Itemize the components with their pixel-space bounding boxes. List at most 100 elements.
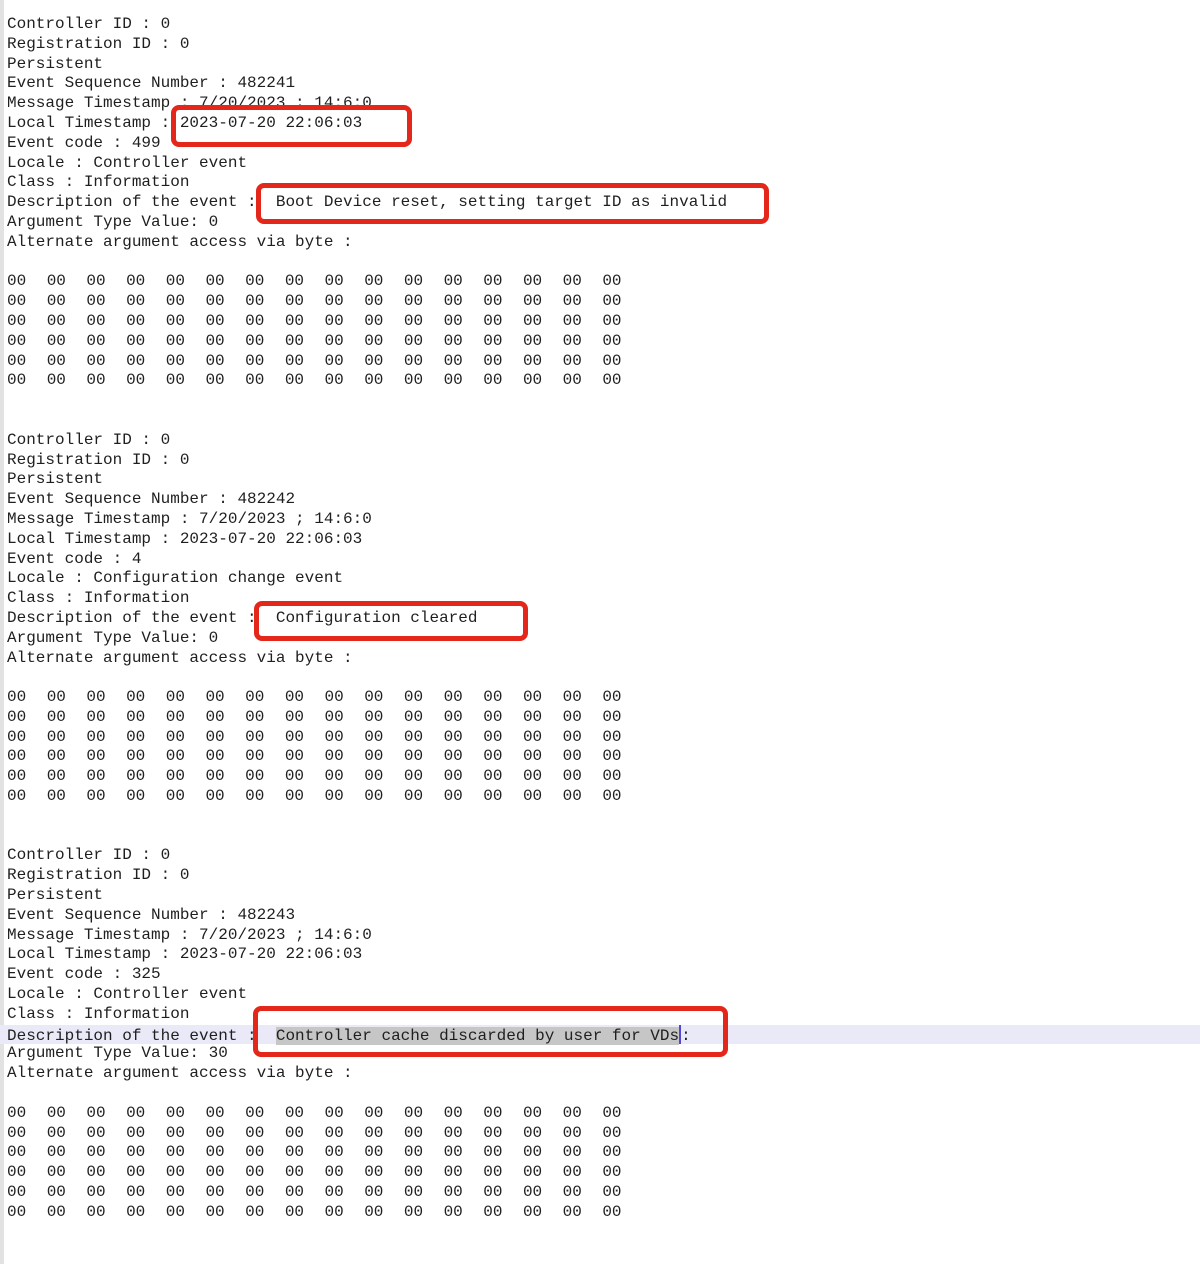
hex-byte: 00 — [7, 767, 47, 787]
hex-row: 00000000000000000000000000000000 — [7, 332, 1200, 352]
log-line: Class : Information — [7, 1005, 1200, 1025]
hex-byte: 00 — [86, 1143, 126, 1163]
hex-byte: 00 — [166, 352, 206, 372]
hex-byte: 00 — [404, 747, 444, 767]
hex-byte: 00 — [483, 292, 523, 312]
log-line: Local Timestamp : 2023-07-20 22:06:03 — [7, 945, 1200, 965]
log-line: Event code : 499 — [7, 134, 1200, 154]
hex-byte: 00 — [523, 787, 563, 807]
hex-byte: 00 — [444, 728, 484, 748]
hex-byte: 00 — [285, 1163, 325, 1183]
hex-byte: 00 — [444, 352, 484, 372]
hex-byte: 00 — [47, 371, 87, 391]
hex-byte: 00 — [325, 332, 365, 352]
hex-byte: 00 — [7, 312, 47, 332]
hex-byte: 00 — [325, 312, 365, 332]
window-edge-left — [0, 0, 4, 1264]
hex-byte: 00 — [245, 787, 285, 807]
hex-byte: 00 — [364, 1124, 404, 1144]
hex-byte: 00 — [86, 1163, 126, 1183]
hex-byte: 00 — [602, 747, 642, 767]
hex-byte: 00 — [325, 352, 365, 372]
log-line: Argument Type Value: 0 — [7, 629, 1200, 649]
hex-byte: 00 — [364, 1163, 404, 1183]
blank-line — [7, 807, 1200, 827]
hex-byte: 00 — [523, 747, 563, 767]
hex-byte: 00 — [602, 728, 642, 748]
hex-byte: 00 — [523, 1124, 563, 1144]
hex-byte: 00 — [47, 312, 87, 332]
hex-byte: 00 — [563, 352, 603, 372]
hex-byte: 00 — [245, 1143, 285, 1163]
blank-line — [7, 411, 1200, 431]
hex-byte: 00 — [126, 1203, 166, 1223]
hex-byte: 00 — [245, 292, 285, 312]
hex-byte: 00 — [444, 312, 484, 332]
hex-byte: 00 — [47, 1183, 87, 1203]
hex-byte: 00 — [444, 1163, 484, 1183]
description-value: Boot Device reset, setting target ID as … — [276, 193, 727, 211]
log-line: Event code : 4 — [7, 550, 1200, 570]
hex-byte: 00 — [404, 352, 444, 372]
hex-byte: 00 — [86, 1203, 126, 1223]
log-line: Argument Type Value: 30 — [7, 1044, 1200, 1064]
hex-byte: 00 — [47, 728, 87, 748]
log-line: Persistent — [7, 55, 1200, 75]
hex-byte: 00 — [126, 747, 166, 767]
event-log-text[interactable]: Controller ID : 0Registration ID : 0Pers… — [7, 15, 1200, 1262]
hex-byte: 00 — [444, 1124, 484, 1144]
hex-byte: 00 — [7, 1163, 47, 1183]
hex-byte: 00 — [285, 767, 325, 787]
description-value: Configuration cleared — [276, 609, 478, 627]
description-label: Description of the event : — [7, 193, 257, 211]
hex-byte: 00 — [523, 767, 563, 787]
hex-byte: 00 — [364, 332, 404, 352]
hex-row: 00000000000000000000000000000000 — [7, 1183, 1200, 1203]
hex-byte: 00 — [404, 371, 444, 391]
hex-row: 00000000000000000000000000000000 — [7, 767, 1200, 787]
log-line: Event Sequence Number : 482241 — [7, 74, 1200, 94]
description-value: Controller cache discarded by user for V… — [276, 1027, 679, 1045]
hex-byte: 00 — [523, 332, 563, 352]
hex-byte: 00 — [602, 787, 642, 807]
hex-byte: 00 — [404, 1143, 444, 1163]
hex-byte: 00 — [325, 371, 365, 391]
hex-byte: 00 — [285, 787, 325, 807]
hex-byte: 00 — [404, 688, 444, 708]
hex-byte: 00 — [563, 371, 603, 391]
hex-byte: 00 — [245, 1203, 285, 1223]
log-line: Alternate argument access via byte : — [7, 649, 1200, 669]
hex-byte: 00 — [205, 688, 245, 708]
hex-byte: 00 — [325, 272, 365, 292]
hex-byte: 00 — [483, 728, 523, 748]
hex-byte: 00 — [166, 1104, 206, 1124]
hex-byte: 00 — [483, 1183, 523, 1203]
hex-byte: 00 — [325, 1163, 365, 1183]
hex-byte: 00 — [523, 371, 563, 391]
hex-byte: 00 — [483, 1124, 523, 1144]
hex-byte: 00 — [245, 767, 285, 787]
hex-byte: 00 — [364, 728, 404, 748]
hex-byte: 00 — [325, 1143, 365, 1163]
hex-byte: 00 — [126, 272, 166, 292]
hex-byte: 00 — [285, 312, 325, 332]
hex-byte: 00 — [563, 787, 603, 807]
hex-byte: 00 — [205, 371, 245, 391]
hex-byte: 00 — [563, 1143, 603, 1163]
log-line: Controller ID : 0 — [7, 431, 1200, 451]
hex-byte: 00 — [7, 332, 47, 352]
hex-byte: 00 — [7, 1124, 47, 1144]
hex-byte: 00 — [205, 312, 245, 332]
hex-byte: 00 — [7, 272, 47, 292]
hex-byte: 00 — [126, 1104, 166, 1124]
hex-row: 00000000000000000000000000000000 — [7, 747, 1200, 767]
hex-byte: 00 — [285, 1104, 325, 1124]
hex-byte: 00 — [563, 272, 603, 292]
hex-byte: 00 — [404, 292, 444, 312]
hex-byte: 00 — [245, 1124, 285, 1144]
hex-byte: 00 — [126, 787, 166, 807]
hex-byte: 00 — [166, 767, 206, 787]
hex-byte: 00 — [602, 312, 642, 332]
hex-byte: 00 — [245, 272, 285, 292]
hex-byte: 00 — [47, 688, 87, 708]
